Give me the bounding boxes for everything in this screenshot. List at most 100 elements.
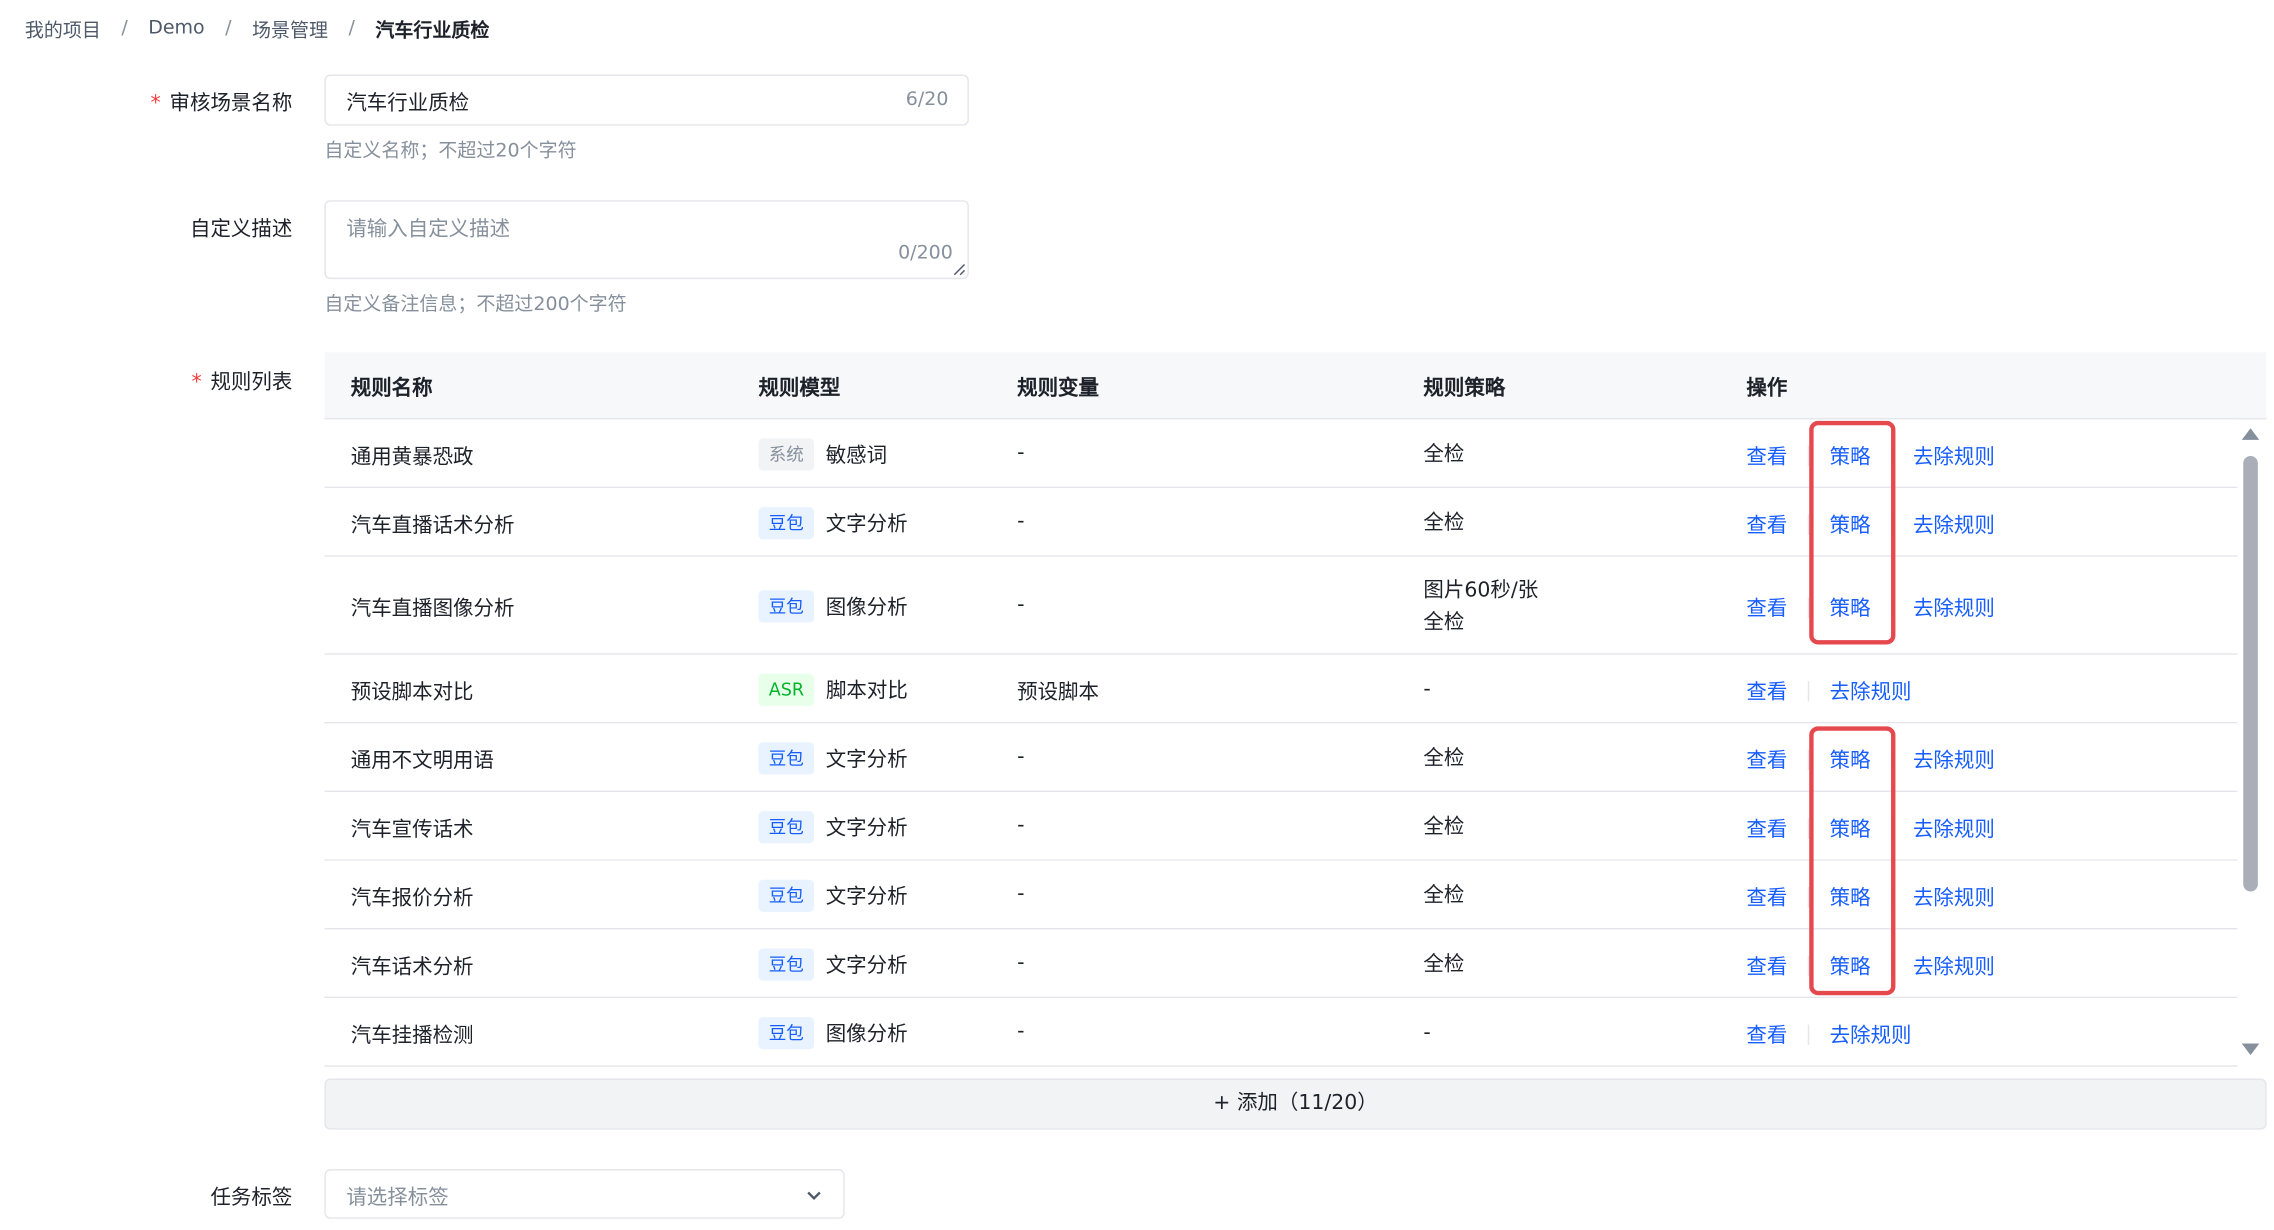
action-divider <box>1891 748 1893 770</box>
rule-variable-cell: 预设脚本 <box>1017 680 1099 704</box>
scene-name-input[interactable]: 汽车行业质检 6/20 <box>324 74 969 126</box>
table-row: 通用不文明用语 豆包 文字分析 - 全检 查看 策略 去除规则 <box>324 723 2238 793</box>
strategy-line: 全检 <box>1423 883 1465 907</box>
scene-name-counter: 6/20 <box>905 89 949 112</box>
strategy-line: - <box>1423 677 1431 701</box>
strategy-link[interactable]: 策略 <box>1830 745 1871 774</box>
model-name: 敏感词 <box>825 443 888 467</box>
model-name: 文字分析 <box>825 747 908 771</box>
rule-name-cell: 汽车宣传话术 <box>350 817 474 842</box>
rule-actions-cell: 查看 去除规则 <box>1746 676 1912 705</box>
remove-rule-link[interactable]: 去除规则 <box>1913 745 1995 774</box>
remove-rule-link[interactable]: 去除规则 <box>1913 593 1995 622</box>
rule-actions-cell: 查看 策略 去除规则 <box>1746 882 1995 911</box>
description-label: 自定义描述 <box>189 217 293 242</box>
remove-rule-link[interactable]: 去除规则 <box>1913 951 1995 980</box>
action-divider <box>1891 955 1893 976</box>
strategy-link[interactable]: 策略 <box>1830 882 1871 911</box>
action-divider <box>1891 513 1893 535</box>
table-header: 规则名称 规则模型 规则变量 规则策略 操作 <box>324 352 2267 420</box>
action-divider <box>1807 680 1810 701</box>
remove-rule-link[interactable]: 去除规则 <box>1913 813 1995 842</box>
strategy-link[interactable]: 策略 <box>1830 813 1871 842</box>
view-link[interactable]: 查看 <box>1746 1019 1787 1048</box>
add-rule-button[interactable]: + 添加（11/20） <box>324 1078 2267 1130</box>
rule-actions-cell: 查看 策略 去除规则 <box>1746 745 1995 774</box>
rule-strategy-cell: 全检 <box>1423 948 1464 980</box>
rule-actions-cell: 查看 去除规则 <box>1746 1019 1912 1048</box>
breadcrumb-demo[interactable]: Demo <box>148 17 204 39</box>
rule-strategy-cell: 全检 <box>1423 438 1464 470</box>
remove-rule-link[interactable]: 去除规则 <box>1913 441 1995 470</box>
rule-actions-cell: 查看 策略 去除规则 <box>1746 593 1995 622</box>
strategy-line: - <box>1423 1020 1431 1045</box>
model-source-tag: 豆包 <box>758 879 815 912</box>
model-source-tag: 豆包 <box>758 947 815 980</box>
task-tags-select[interactable]: 请选择标签 <box>324 1169 845 1219</box>
table-scrollbar[interactable] <box>2237 421 2263 1061</box>
rule-name-cell: 汽车话术分析 <box>350 955 474 979</box>
strategy-line: 全检 <box>1423 610 1465 634</box>
scroll-up-arrow-icon[interactable] <box>2241 428 2260 440</box>
description-textarea[interactable]: 请输入自定义描述 0/200 <box>324 200 969 280</box>
rule-strategy-cell: 图片60秒/张 全检 <box>1423 574 1538 638</box>
rule-actions-cell: 查看 策略 去除规则 <box>1746 951 1995 980</box>
scene-name-hint: 自定义名称；不超过20个字符 <box>324 140 577 163</box>
resize-grip-icon[interactable] <box>951 262 966 277</box>
model-name: 文字分析 <box>825 816 908 840</box>
strategy-link[interactable]: 策略 <box>1830 593 1871 622</box>
action-divider <box>1807 955 1810 976</box>
strategy-line: 全检 <box>1423 746 1465 770</box>
scene-name-label-text: 审核场景名称 <box>169 92 293 116</box>
strategy-link[interactable]: 策略 <box>1830 951 1871 980</box>
table-row: 汽车报价分析 豆包 文字分析 - 全检 查看 策略 去除规则 <box>324 860 2238 930</box>
action-divider <box>1807 748 1810 770</box>
scrollbar-thumb[interactable] <box>2243 455 2258 892</box>
view-link[interactable]: 查看 <box>1746 509 1787 538</box>
strategy-line: 全检 <box>1423 510 1465 535</box>
table-row: 汽车宣传话术 豆包 文字分析 - 全检 查看 策略 去除规则 <box>324 792 2238 861</box>
remove-rule-link[interactable]: 去除规则 <box>1913 509 1995 538</box>
view-link[interactable]: 查看 <box>1746 813 1787 842</box>
strategy-link[interactable]: 策略 <box>1830 441 1871 470</box>
rule-variable-cell: - <box>1017 440 1025 464</box>
view-link[interactable]: 查看 <box>1746 882 1787 911</box>
column-header-rule-name: 规则名称 <box>350 377 433 401</box>
column-header-rule-model: 规则模型 <box>758 377 841 401</box>
rule-model-cell: 豆包 文字分析 <box>758 741 908 774</box>
table-row: 通用黄暴恐政 系统 敏感词 - 全检 查看 策略 去除规则 <box>324 419 2238 489</box>
model-source-tag: 豆包 <box>758 741 815 774</box>
strategy-line: 全检 <box>1423 814 1465 839</box>
breadcrumb-separator: / <box>348 16 355 39</box>
action-divider <box>1807 886 1810 907</box>
remove-rule-link[interactable]: 去除规则 <box>1913 882 1995 911</box>
model-source-tag: 豆包 <box>758 589 815 622</box>
action-divider <box>1891 817 1893 839</box>
view-link[interactable]: 查看 <box>1746 951 1787 980</box>
remove-rule-link[interactable]: 去除规则 <box>1830 1019 1912 1048</box>
rule-model-cell: 豆包 文字分析 <box>758 810 908 843</box>
view-link[interactable]: 查看 <box>1746 441 1787 470</box>
view-link[interactable]: 查看 <box>1746 676 1787 705</box>
rule-variable-cell: - <box>1017 744 1025 768</box>
rule-model-cell: 系统 敏感词 <box>758 437 888 470</box>
breadcrumb-separator: / <box>225 16 232 39</box>
table-row: 汽车直播图像分析 豆包 图像分析 - 图片60秒/张 全检 查看 策略 去除规则 <box>324 556 2238 655</box>
action-divider <box>1891 886 1893 907</box>
breadcrumb-scene-management[interactable]: 场景管理 <box>252 14 328 42</box>
rule-name-cell: 汽车挂播检测 <box>350 1023 474 1048</box>
model-source-tag: 系统 <box>758 437 815 470</box>
scroll-down-arrow-icon[interactable] <box>2241 1043 2260 1056</box>
rule-name-cell: 汽车直播话术分析 <box>350 513 515 538</box>
model-name: 文字分析 <box>825 884 908 909</box>
required-mark: * <box>191 371 202 395</box>
view-link[interactable]: 查看 <box>1746 745 1787 774</box>
action-divider <box>1807 817 1810 839</box>
breadcrumb-my-projects[interactable]: 我的项目 <box>25 14 101 42</box>
remove-rule-link[interactable]: 去除规则 <box>1830 676 1912 705</box>
strategy-link[interactable]: 策略 <box>1830 509 1871 538</box>
rule-strategy-cell: 全检 <box>1423 506 1464 538</box>
action-divider <box>1807 596 1810 618</box>
view-link[interactable]: 查看 <box>1746 593 1787 622</box>
chevron-down-icon <box>807 1191 821 1201</box>
